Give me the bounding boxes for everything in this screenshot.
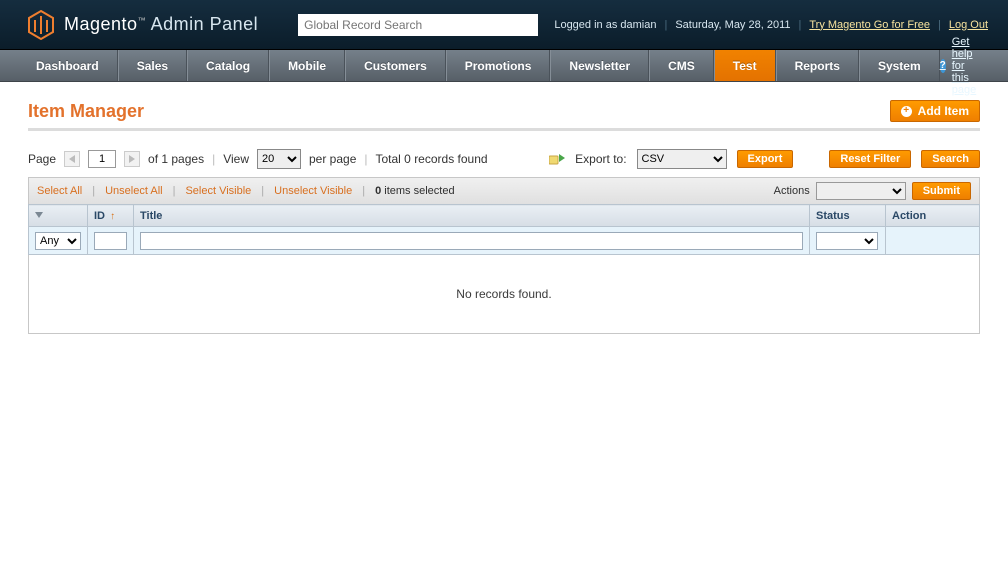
of-pages-label: of 1 pages bbox=[148, 152, 204, 166]
separator: | bbox=[664, 19, 667, 31]
separator: | bbox=[799, 19, 802, 31]
actions-select[interactable] bbox=[816, 182, 906, 200]
header-right: Logged in as damian | Saturday, May 28, … bbox=[554, 19, 988, 31]
add-item-button[interactable]: + Add Item bbox=[890, 100, 980, 122]
export-format-select[interactable]: CSV bbox=[637, 149, 727, 169]
col-action: Action bbox=[886, 205, 980, 227]
mass-action-bar: Select All | Unselect All | Select Visib… bbox=[28, 177, 980, 204]
global-search-input[interactable] bbox=[298, 14, 538, 36]
nav-test[interactable]: Test bbox=[714, 50, 776, 81]
col-checkbox[interactable] bbox=[29, 205, 88, 227]
brand-main: Magento bbox=[64, 14, 138, 34]
header-date: Saturday, May 28, 2011 bbox=[675, 19, 790, 31]
admin-header: Magento™ Admin Panel Logged in as damian… bbox=[0, 0, 1008, 50]
nav-dashboard[interactable]: Dashboard bbox=[18, 50, 118, 81]
brand-sub: Admin Panel bbox=[151, 14, 259, 34]
per-page-select[interactable]: 20 bbox=[257, 149, 301, 169]
export-icon bbox=[549, 152, 565, 166]
grid-header-row: ID ↑ Title Status Action bbox=[29, 205, 980, 227]
filter-id-input[interactable] bbox=[94, 232, 127, 250]
nav-newsletter[interactable]: Newsletter bbox=[550, 50, 649, 81]
select-visible-link[interactable]: Select Visible bbox=[185, 185, 251, 197]
logo: Magento™ Admin Panel bbox=[28, 10, 258, 40]
export-to-label: Export to: bbox=[575, 152, 626, 166]
main-nav: Dashboard Sales Catalog Mobile Customers… bbox=[0, 50, 1008, 82]
nav-catalog[interactable]: Catalog bbox=[187, 50, 269, 81]
per-page-label: per page bbox=[309, 152, 356, 166]
page-number-input[interactable] bbox=[88, 150, 116, 168]
content: Item Manager + Add Item Page of 1 pages … bbox=[0, 82, 1008, 352]
filter-status-select[interactable] bbox=[816, 232, 878, 250]
filter-any-select[interactable]: Any bbox=[35, 232, 81, 250]
chevron-right-icon bbox=[129, 155, 135, 163]
unselect-all-link[interactable]: Unselect All bbox=[105, 185, 162, 197]
help-icon: ? bbox=[940, 59, 946, 73]
try-magento-link[interactable]: Try Magento Go for Free bbox=[809, 19, 930, 31]
col-status[interactable]: Status bbox=[810, 205, 886, 227]
export-button[interactable]: Export bbox=[737, 150, 794, 168]
items-selected: 0 items selected bbox=[375, 185, 455, 197]
grid-filter-row: Any bbox=[29, 227, 980, 255]
no-records-row: No records found. bbox=[29, 255, 980, 334]
chevron-left-icon bbox=[69, 155, 75, 163]
reset-filter-button[interactable]: Reset Filter bbox=[829, 150, 911, 168]
logged-in-label: Logged in as damian bbox=[554, 19, 656, 31]
toolbar-right: Export to: CSV Export Reset Filter Searc… bbox=[549, 149, 980, 169]
nav-promotions[interactable]: Promotions bbox=[446, 50, 551, 81]
logo-text: Magento™ Admin Panel bbox=[64, 14, 258, 35]
filter-title-input[interactable] bbox=[140, 232, 803, 250]
data-grid: ID ↑ Title Status Action Any bbox=[28, 204, 980, 334]
no-records-text: No records found. bbox=[29, 255, 980, 334]
chevron-down-icon bbox=[35, 209, 43, 219]
nav-customers[interactable]: Customers bbox=[345, 50, 446, 81]
nav-system[interactable]: System bbox=[859, 50, 940, 81]
separator: | bbox=[938, 19, 941, 31]
col-title[interactable]: Title bbox=[134, 205, 810, 227]
nav-mobile[interactable]: Mobile bbox=[269, 50, 345, 81]
plus-icon: + bbox=[901, 106, 912, 117]
mass-action-right: Actions Submit bbox=[774, 182, 971, 200]
page-title: Item Manager bbox=[28, 101, 144, 122]
select-all-link[interactable]: Select All bbox=[37, 185, 82, 197]
help-text: Get help for this page bbox=[952, 36, 984, 96]
page-label: Page bbox=[28, 152, 56, 166]
view-label: View bbox=[223, 152, 249, 166]
page-head: Item Manager + Add Item bbox=[28, 100, 980, 131]
submit-button[interactable]: Submit bbox=[912, 182, 971, 200]
col-id[interactable]: ID ↑ bbox=[88, 205, 134, 227]
search-button[interactable]: Search bbox=[921, 150, 980, 168]
nav-reports[interactable]: Reports bbox=[776, 50, 859, 81]
trademark: ™ bbox=[138, 16, 147, 25]
nav-cms[interactable]: CMS bbox=[649, 50, 714, 81]
magento-logo-icon bbox=[28, 10, 54, 40]
actions-label: Actions bbox=[774, 185, 810, 197]
logout-link[interactable]: Log Out bbox=[949, 19, 988, 31]
help-link[interactable]: ? Get help for this page bbox=[940, 50, 990, 81]
pager-prev-button[interactable] bbox=[64, 151, 80, 167]
pager-next-button[interactable] bbox=[124, 151, 140, 167]
sort-asc-icon: ↑ bbox=[110, 211, 115, 222]
nav-sales[interactable]: Sales bbox=[118, 50, 187, 81]
unselect-visible-link[interactable]: Unselect Visible bbox=[274, 185, 352, 197]
grid-toolbar: Page of 1 pages | View 20 per page | Tot… bbox=[28, 149, 980, 169]
add-item-label: Add Item bbox=[918, 104, 969, 118]
total-records: Total 0 records found bbox=[376, 152, 488, 166]
